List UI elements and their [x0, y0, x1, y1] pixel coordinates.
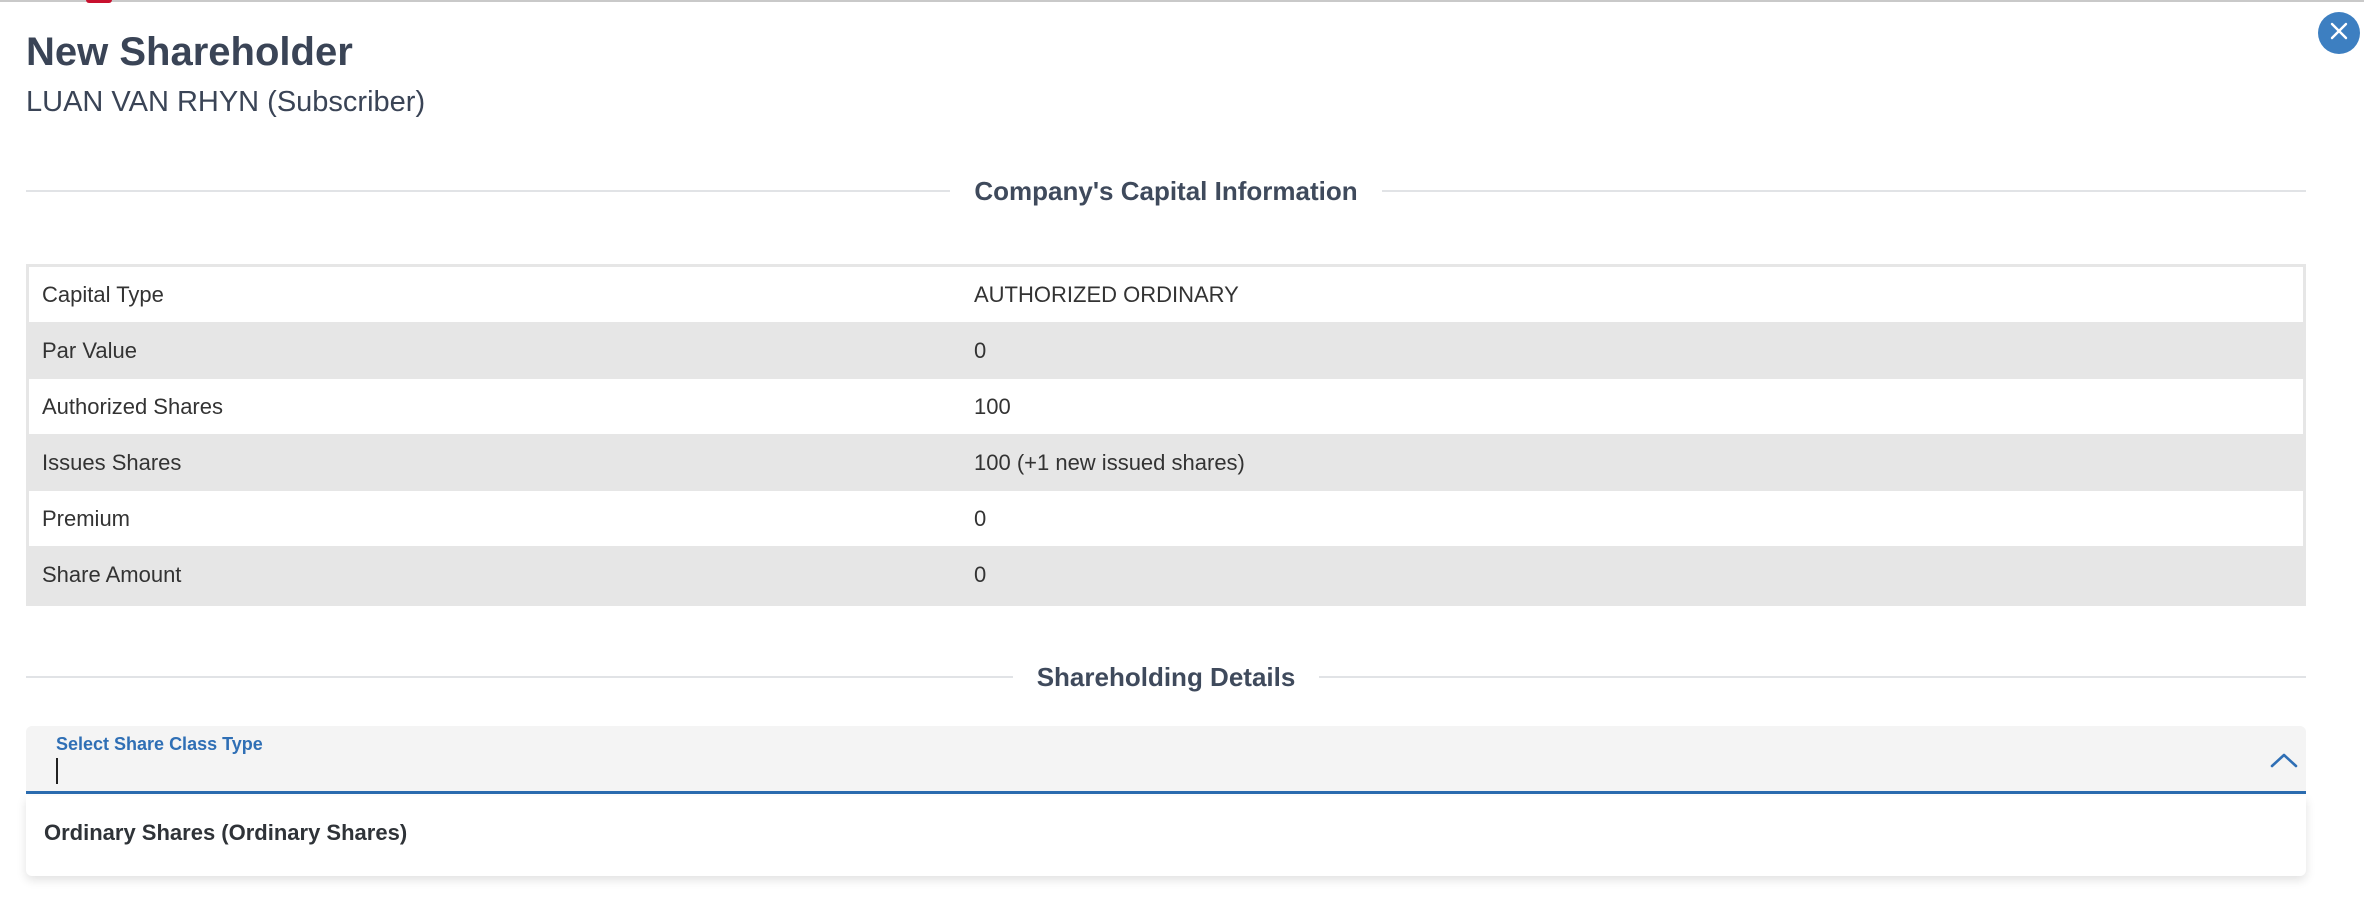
- row-value: AUTHORIZED ORDINARY: [974, 281, 1239, 307]
- row-label: Share Amount: [42, 562, 182, 587]
- divider-line-left: [26, 676, 1013, 678]
- table-row: Authorized Shares 100: [29, 379, 2303, 435]
- row-label: Par Value: [42, 337, 137, 363]
- page-title: New Shareholder: [26, 30, 353, 74]
- row-label: Capital Type: [42, 281, 164, 307]
- row-value: 0: [974, 562, 987, 587]
- row-value: 100 (+1 new issued shares): [974, 449, 1245, 475]
- top-accent-mark: [86, 0, 112, 3]
- capital-section-divider: Company's Capital Information: [26, 168, 2307, 214]
- close-button[interactable]: [2318, 12, 2360, 54]
- table-row: Premium 0: [29, 491, 2303, 547]
- table-row: Par Value 0: [29, 323, 2303, 379]
- dropdown-toggle[interactable]: [2264, 742, 2304, 782]
- text-cursor: [56, 758, 58, 784]
- divider-line-right: [1319, 676, 2307, 678]
- divider-line-right: [1381, 190, 2307, 192]
- row-value: 0: [974, 337, 987, 363]
- capital-info-table: Capital Type AUTHORIZED ORDINARY Par Val…: [26, 264, 2306, 606]
- chevron-up-icon: [2270, 751, 2298, 774]
- table-row: Issues Shares 100 (+1 new issued shares): [29, 435, 2303, 491]
- modal-top-border: [0, 0, 2364, 2]
- divider-line-left: [26, 190, 951, 192]
- share-class-dropdown-menu: Ordinary Shares (Ordinary Shares): [26, 796, 2306, 876]
- share-class-select-label: Select Share Class Type: [56, 734, 263, 754]
- shareholding-section-divider: Shareholding Details: [26, 654, 2307, 700]
- shareholding-section-heading: Shareholding Details: [1036, 661, 1296, 692]
- row-label: Issues Shares: [42, 449, 182, 475]
- row-value: 0: [974, 505, 987, 531]
- capital-section-heading: Company's Capital Information: [974, 175, 1358, 206]
- table-row: Capital Type AUTHORIZED ORDINARY: [29, 267, 2303, 323]
- row-label: Authorized Shares: [42, 393, 223, 419]
- share-class-select[interactable]: Select Share Class Type: [26, 726, 2306, 794]
- share-class-search-input[interactable]: [54, 756, 2154, 786]
- page-subtitle: LUAN VAN RHYN (Subscriber): [26, 86, 426, 118]
- table-row: Share Amount 0: [29, 547, 2303, 603]
- share-class-option[interactable]: Ordinary Shares (Ordinary Shares): [44, 820, 407, 846]
- close-icon: [2328, 20, 2350, 47]
- row-label: Premium: [42, 505, 131, 531]
- row-value: 100: [974, 393, 1011, 419]
